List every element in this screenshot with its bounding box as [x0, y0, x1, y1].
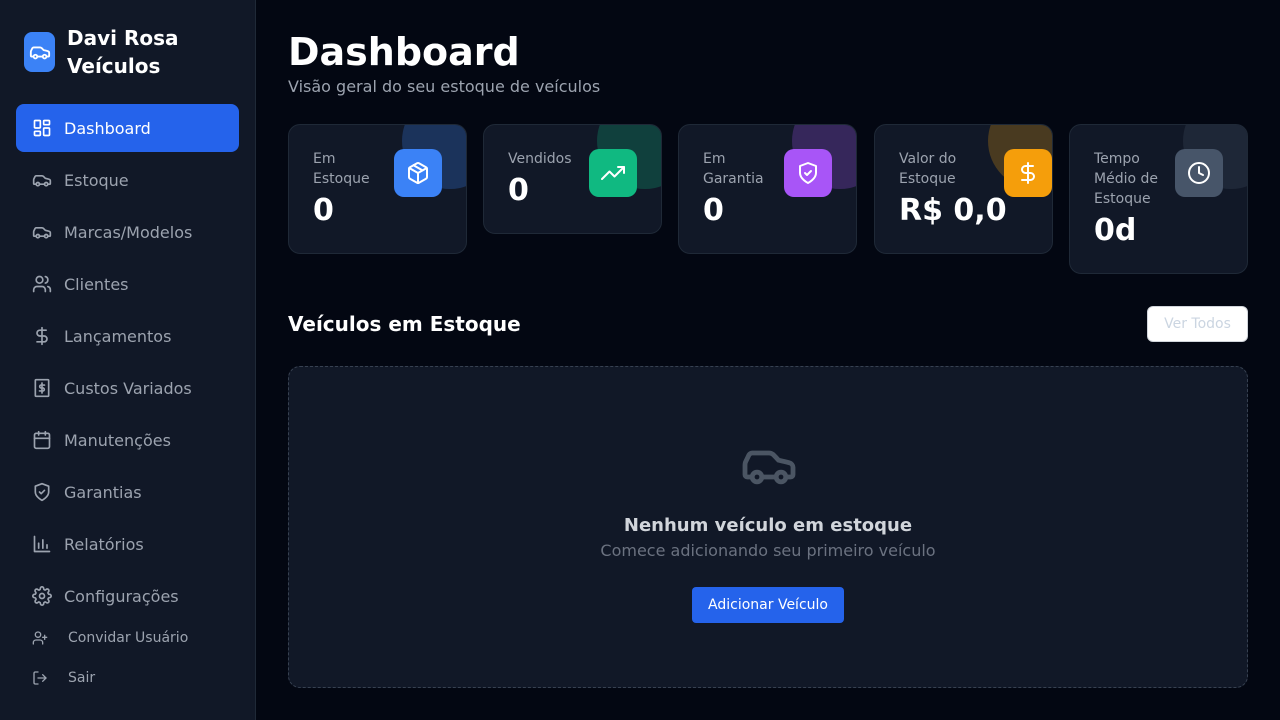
- stat-value: 0: [703, 193, 724, 228]
- dashboard-grid-icon: [32, 118, 52, 138]
- section-title: Veículos em Estoque: [288, 312, 521, 336]
- calendar-icon: [32, 430, 52, 450]
- empty-state-subtitle: Comece adicionando seu primeiro veículo: [600, 541, 936, 560]
- sidebar-item-label: Marcas/Modelos: [64, 222, 193, 242]
- dollar-icon: [1004, 149, 1052, 197]
- sidebar-item-relatorios[interactable]: Relatórios: [16, 520, 239, 568]
- sidebar-item-configuracoes[interactable]: Configurações: [16, 572, 239, 620]
- sidebar-item-lancamentos[interactable]: Lançamentos: [16, 312, 239, 360]
- trending-up-icon: [589, 149, 637, 197]
- add-vehicle-button[interactable]: Adicionar Veículo: [692, 587, 844, 623]
- sidebar-item-label: Manutenções: [64, 430, 171, 450]
- stat-card-valor-estoque: Valor do Estoque R$ 0,0: [874, 124, 1053, 254]
- receipt-icon: [32, 378, 52, 398]
- brand: Davi Rosa Veículos: [24, 24, 207, 80]
- stat-card-em-estoque: Em Estoque 0: [288, 124, 467, 254]
- users-icon: [32, 274, 52, 294]
- sidebar-item-custos-variados[interactable]: Custos Variados: [16, 364, 239, 412]
- logout-button[interactable]: Sair: [16, 662, 239, 694]
- page-subtitle: Visão geral do seu estoque de veículos: [288, 77, 601, 96]
- clock-icon: [1175, 149, 1223, 197]
- bar-chart-icon: [32, 534, 52, 554]
- sidebar-item-label: Custos Variados: [64, 378, 192, 398]
- sidebar: Davi Rosa Veículos Dashboard Estoque Mar…: [0, 0, 256, 720]
- empty-state: Nenhum veículo em estoque Comece adicion…: [288, 366, 1248, 688]
- sidebar-item-label: Configurações: [64, 586, 179, 606]
- car-icon: [32, 170, 52, 190]
- user-plus-icon: [32, 630, 48, 646]
- invite-user-label: Convidar Usuário: [68, 630, 189, 646]
- page-title: Dashboard: [288, 30, 520, 74]
- gear-icon: [32, 586, 52, 606]
- sidebar-item-label: Garantias: [64, 482, 142, 502]
- stat-value: 0: [508, 173, 529, 208]
- sidebar-item-clientes[interactable]: Clientes: [16, 260, 239, 308]
- stat-label: Valor do Estoque: [899, 151, 957, 187]
- stat-card-vendidos: Vendidos 0: [483, 124, 662, 234]
- sidebar-item-manutencoes[interactable]: Manutenções: [16, 416, 239, 464]
- stat-label: Vendidos: [508, 151, 572, 167]
- logout-icon: [32, 670, 48, 686]
- car-icon: [737, 441, 801, 489]
- sidebar-item-dashboard[interactable]: Dashboard: [16, 104, 239, 152]
- view-all-button[interactable]: Ver Todos: [1147, 306, 1248, 342]
- package-icon: [394, 149, 442, 197]
- empty-state-title: Nenhum veículo em estoque: [623, 515, 913, 536]
- sidebar-item-label: Clientes: [64, 274, 129, 294]
- shield-check-icon: [784, 149, 832, 197]
- sidebar-item-garantias[interactable]: Garantias: [16, 468, 239, 516]
- sidebar-footer: Convidar Usuário Sair: [16, 622, 239, 694]
- brand-name: Davi Rosa Veículos: [67, 26, 179, 78]
- logout-label: Sair: [68, 670, 96, 686]
- sidebar-item-estoque[interactable]: Estoque: [16, 156, 239, 204]
- sidebar-item-marcas-modelos[interactable]: Marcas/Modelos: [16, 208, 239, 256]
- stat-card-em-garantia: Em Garantia 0: [678, 124, 857, 254]
- stat-value: 0: [313, 193, 334, 228]
- shield-check-icon: [32, 482, 52, 502]
- sidebar-item-label: Lançamentos: [64, 326, 172, 346]
- stat-value: R$ 0,0: [899, 193, 1007, 228]
- car-icon: [24, 32, 55, 72]
- stat-card-tempo-medio: Tempo Médio de Estoque 0d: [1069, 124, 1248, 274]
- stat-value: 0d: [1094, 213, 1137, 248]
- invite-user-button[interactable]: Convidar Usuário: [16, 622, 239, 654]
- sidebar-item-label: Relatórios: [64, 534, 144, 554]
- stat-label: Em Garantia: [703, 151, 764, 187]
- sidebar-item-label: Estoque: [64, 170, 129, 190]
- stat-label: Tempo Médio de Estoque: [1094, 151, 1158, 207]
- sidebar-item-label: Dashboard: [64, 118, 151, 138]
- dollar-icon: [32, 326, 52, 346]
- car-icon: [32, 222, 52, 242]
- sidebar-nav: Dashboard Estoque Marcas/Modelos Cliente…: [16, 104, 239, 624]
- stat-label: Em Estoque: [313, 151, 370, 187]
